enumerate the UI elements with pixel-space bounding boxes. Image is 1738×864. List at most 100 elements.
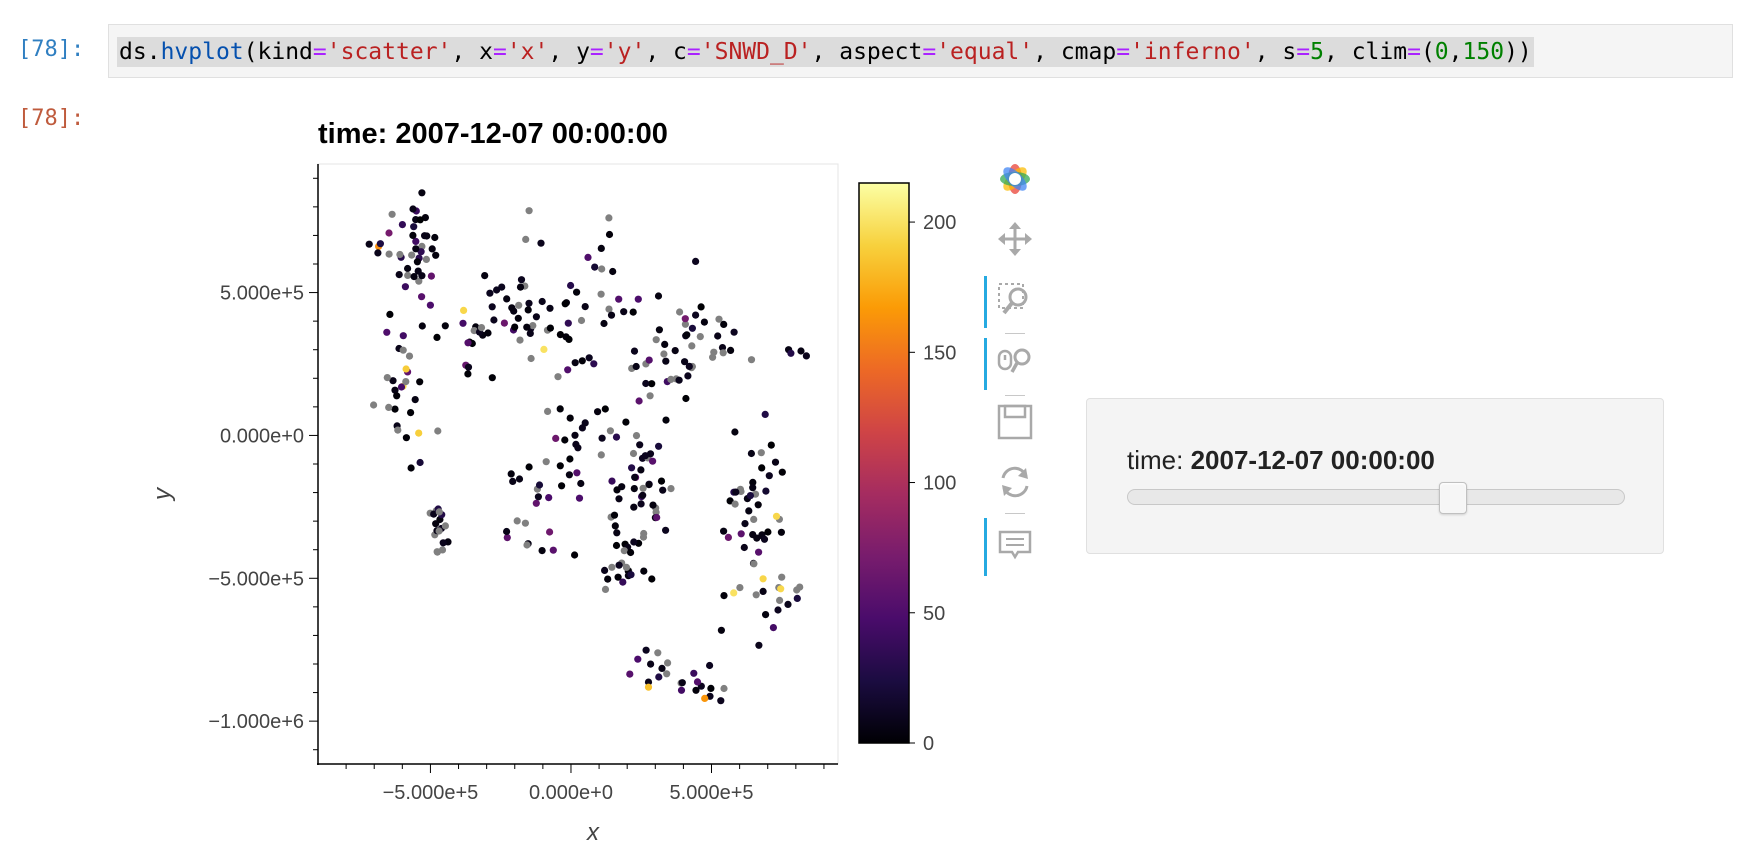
scatter-point — [761, 410, 769, 418]
scatter-point — [423, 232, 431, 240]
scatter-point — [552, 434, 560, 442]
scatter-point — [762, 487, 770, 495]
scatter-point — [610, 511, 619, 519]
scatter-point — [717, 697, 725, 705]
scatter-point — [724, 533, 733, 542]
y-tick-label: −1.000e+6 — [208, 711, 304, 733]
scatter-point — [630, 503, 638, 511]
scatter-point — [538, 297, 546, 306]
scatter-point — [784, 600, 792, 609]
scatter-point — [778, 468, 786, 476]
scatter-point — [525, 463, 533, 471]
scatter-point — [434, 427, 442, 435]
scatter-point — [797, 347, 805, 355]
scatter-point — [777, 528, 786, 536]
hover-icon[interactable] — [996, 526, 1034, 564]
time-slider-track[interactable] — [1127, 489, 1625, 505]
scatter-point — [464, 370, 472, 378]
scatter-point — [626, 670, 634, 678]
scatter-point — [645, 356, 653, 364]
scatter-point — [418, 293, 426, 301]
scatter-point — [581, 419, 589, 427]
scatter-point — [376, 240, 384, 248]
scatter-point — [538, 547, 546, 555]
scatter-point — [598, 265, 606, 273]
scatter-point — [615, 495, 623, 503]
scatter-point — [777, 585, 785, 593]
scatter-point — [700, 318, 709, 326]
scatter-point — [537, 239, 545, 247]
box-zoom-icon[interactable] — [996, 281, 1034, 319]
scatter-point — [730, 328, 738, 336]
reset-icon[interactable] — [996, 463, 1034, 501]
scatter-point — [615, 561, 623, 569]
scatter-point — [383, 374, 391, 382]
scatter-point — [682, 394, 690, 403]
colorbar-gradient — [858, 182, 910, 744]
scatter-point — [654, 649, 662, 657]
scatter-point — [601, 405, 609, 413]
scatter-point — [655, 326, 664, 334]
scatter-point — [556, 331, 565, 339]
scatter-point — [604, 575, 612, 583]
scatter-point — [608, 477, 616, 485]
scatter-point — [365, 240, 373, 248]
scatter-point — [659, 486, 667, 494]
scatter-point — [758, 464, 766, 472]
scatter-point — [386, 310, 394, 318]
scatter-point — [649, 501, 657, 509]
scatter-point — [632, 362, 640, 371]
scatter-point — [646, 392, 654, 400]
scatter-point — [639, 491, 647, 499]
scatter-point — [581, 303, 589, 311]
scatter-point — [410, 273, 418, 281]
wheel-zoom-icon[interactable] — [996, 343, 1034, 381]
scatter-point — [561, 436, 569, 444]
save-icon[interactable] — [996, 403, 1034, 441]
scatter-point — [639, 533, 648, 541]
scatter-point — [644, 683, 653, 691]
plot-area[interactable] — [317, 163, 839, 765]
scatter-point — [776, 596, 784, 605]
scatter-point — [441, 322, 449, 330]
scatter-point — [605, 214, 613, 222]
scatter-point — [409, 205, 417, 213]
scatter-point — [719, 349, 727, 357]
scatter-point — [697, 303, 705, 311]
scatter-point — [745, 507, 753, 515]
scatter-point — [556, 462, 564, 470]
scatter-point — [658, 664, 666, 673]
scatter-point — [601, 585, 610, 594]
scatter-point — [435, 508, 443, 516]
scatter-point — [428, 245, 436, 253]
scatter-point — [720, 592, 728, 600]
scatter-point — [477, 324, 486, 332]
scatter-point — [690, 669, 698, 677]
time-slider-widget: time: 2007-12-07 00:00:00 — [1086, 398, 1664, 554]
scatter-point — [566, 455, 574, 463]
scatter-point — [641, 452, 650, 460]
scatter-point — [649, 457, 657, 465]
scatter-point — [422, 255, 430, 263]
pan-icon[interactable] — [996, 220, 1034, 258]
scatter-point — [630, 347, 639, 355]
scatter-point — [556, 405, 564, 413]
scatter-point — [597, 451, 605, 459]
scatter-point — [765, 472, 773, 480]
scatter-point — [566, 414, 574, 422]
scatter-point — [717, 626, 726, 634]
time-slider-value: 2007-12-07 00:00:00 — [1190, 445, 1435, 475]
scatter-point — [484, 329, 492, 337]
colorbar-tick-label: 50 — [923, 603, 945, 625]
scatter-point — [684, 372, 692, 380]
scatter-point — [486, 289, 494, 297]
scatter-point — [575, 494, 584, 502]
scatter-point — [514, 314, 522, 322]
scatter-point — [503, 527, 511, 536]
time-slider-handle[interactable] — [1439, 482, 1468, 514]
scatter-point — [395, 271, 403, 279]
scatter-point — [517, 276, 526, 284]
x-tick-label: −5.000e+5 — [383, 782, 479, 804]
scatter-point — [759, 575, 767, 583]
bokeh-logo-icon[interactable] — [996, 160, 1034, 198]
